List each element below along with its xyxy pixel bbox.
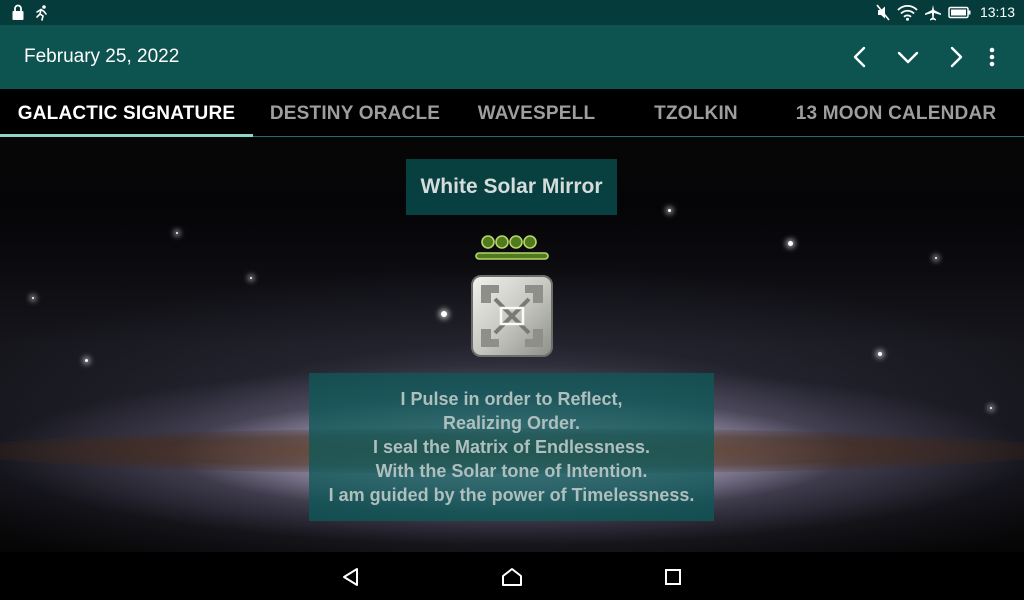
- chevron-left-icon[interactable]: [844, 41, 876, 73]
- app-bar: February 25, 2022: [0, 25, 1024, 89]
- tab-destiny-oracle[interactable]: DESTINY ORACLE: [253, 89, 457, 137]
- affirmation-line: I Pulse in order to Reflect,: [400, 389, 623, 409]
- affirmation-line: I am guided by the power of Timelessness…: [328, 485, 695, 505]
- seal-title: White Solar Mirror: [406, 159, 617, 215]
- system-nav-bar: [0, 552, 1024, 600]
- recents-icon[interactable]: [660, 564, 686, 590]
- tab-tzolkin[interactable]: TZOLKIN: [616, 89, 776, 137]
- selected-date[interactable]: February 25, 2022: [24, 46, 179, 68]
- star: [250, 277, 252, 279]
- star: [788, 241, 793, 246]
- tab-bar: GALACTIC SIGNATURE DESTINY ORACLE WAVESP…: [0, 89, 1024, 137]
- star: [32, 297, 34, 299]
- star: [668, 209, 671, 212]
- status-bar: 13:13: [0, 0, 1024, 25]
- star: [176, 232, 178, 234]
- chevron-right-icon[interactable]: [940, 41, 972, 73]
- star: [441, 311, 447, 317]
- chevron-down-icon[interactable]: [892, 41, 924, 73]
- running-person-icon: [36, 5, 47, 21]
- airplane-icon: [925, 5, 941, 21]
- tab-13-moon-calendar[interactable]: 13 MOON CALENDAR: [776, 89, 1016, 137]
- tab-galactic-signature[interactable]: GALACTIC SIGNATURE: [0, 89, 253, 137]
- affirmation-line: With the Solar tone of Intention.: [375, 461, 648, 481]
- mirror-seal-glyph-icon: [471, 275, 553, 357]
- wifi-icon: [897, 4, 918, 21]
- home-icon[interactable]: [499, 564, 525, 590]
- battery-icon: [948, 6, 971, 19]
- star: [990, 407, 992, 409]
- affirmation-line: Realizing Order.: [442, 413, 581, 433]
- status-clock: 13:13: [979, 4, 1015, 20]
- star: [85, 359, 88, 362]
- solar-tone-glyph-icon: [475, 235, 549, 260]
- affirmation-line: I seal the Matrix of Endlessness.: [372, 437, 651, 457]
- galaxy-background: White Solar Mirror I Pulse in order to R…: [0, 137, 1024, 552]
- star: [935, 257, 937, 259]
- affirmation-panel: I Pulse in order to Reflect, Realizing O…: [309, 373, 714, 521]
- more-vert-icon[interactable]: [976, 41, 1008, 73]
- mute-icon: [876, 4, 890, 21]
- star: [878, 352, 882, 356]
- back-icon[interactable]: [338, 564, 364, 590]
- tab-wavespell[interactable]: WAVESPELL: [457, 89, 616, 137]
- lock-icon: [12, 4, 24, 20]
